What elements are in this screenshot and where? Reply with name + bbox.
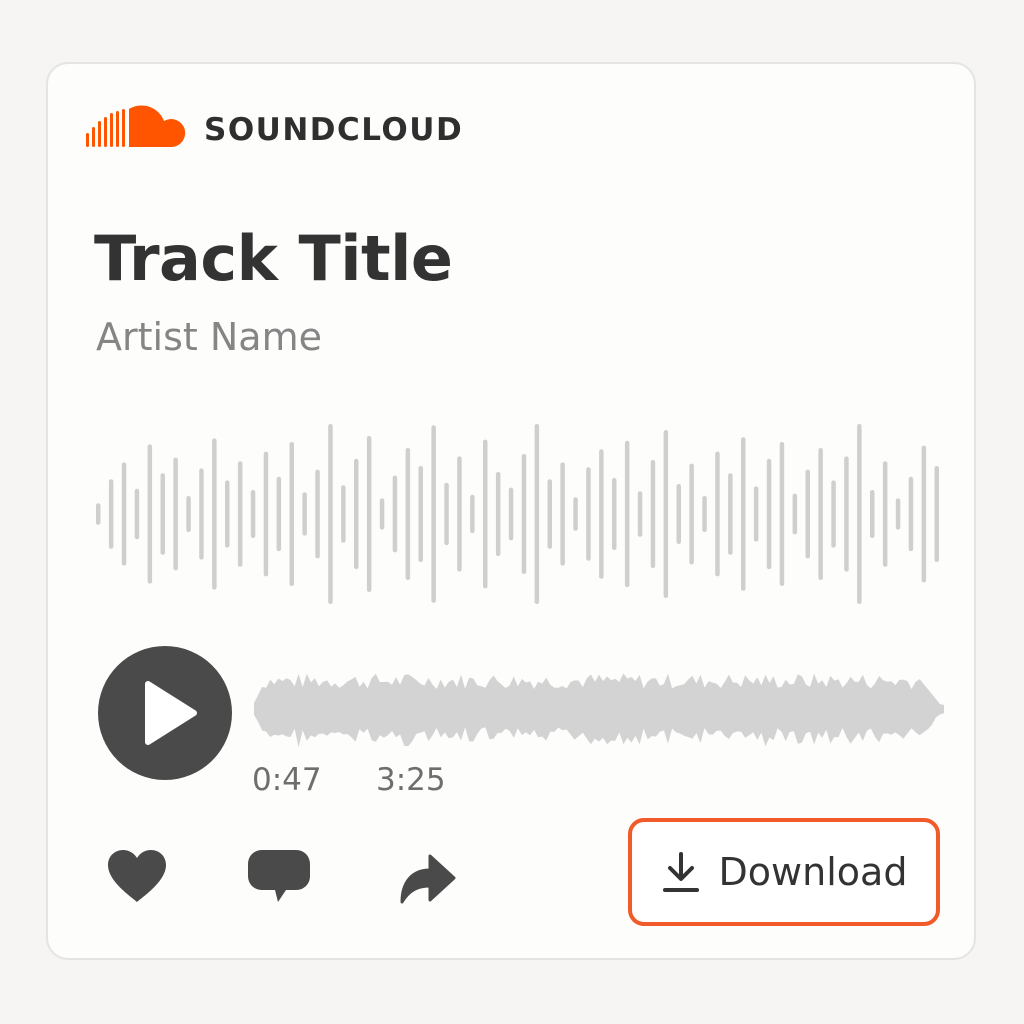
waveform-bar <box>289 442 294 586</box>
waveform-bar <box>895 498 901 530</box>
waveform-bar <box>689 463 694 565</box>
comment-icon <box>248 850 310 902</box>
waveform-bar <box>328 424 333 604</box>
track-card: SOUNDCLOUD Track Title Artist Name 0:47 … <box>46 62 976 960</box>
waveform-bar <box>302 492 307 536</box>
brand-name: SOUNDCLOUD <box>204 112 464 148</box>
waveform-bar <box>444 482 449 546</box>
track-title[interactable]: Track Title <box>94 222 453 296</box>
waveform-bar <box>354 458 359 570</box>
progress-waveform-shape <box>254 673 944 748</box>
share-icon <box>400 854 456 904</box>
brand-header: SOUNDCLOUD <box>86 102 463 158</box>
waveform-bar <box>934 466 939 562</box>
waveform-bar <box>521 454 527 574</box>
waveform-bar <box>779 442 785 586</box>
soundcloud-logo-icon <box>86 105 186 147</box>
waveform-bar <box>715 451 720 577</box>
waveform-bar <box>315 469 320 559</box>
waveform-bar <box>624 440 630 588</box>
waveform-bar <box>431 425 436 603</box>
waveform-bar <box>882 461 888 567</box>
waveform-bar <box>728 473 733 555</box>
waveform-bar <box>599 449 604 579</box>
download-button[interactable]: Download <box>628 818 940 926</box>
waveform-bar <box>457 456 462 572</box>
waveform-bar <box>560 462 565 566</box>
waveform-visualization <box>96 424 939 604</box>
waveform-bar <box>702 496 707 532</box>
waveform-bar <box>534 424 540 604</box>
waveform-bar <box>612 478 617 550</box>
waveform-bar <box>392 475 398 553</box>
waveform-bar <box>831 480 836 548</box>
waveform-bar <box>173 457 178 571</box>
waveform-bar <box>199 468 204 560</box>
share-button[interactable] <box>392 844 462 908</box>
waveform-bar <box>237 461 243 567</box>
waveform-bar <box>263 451 269 577</box>
download-icon <box>662 852 699 892</box>
waveform-bar <box>766 458 772 570</box>
waveform-bar <box>121 462 127 566</box>
waveform-bar <box>96 503 101 525</box>
waveform-bar <box>547 479 552 549</box>
waveform-bar <box>379 498 385 530</box>
artist-name[interactable]: Artist Name <box>96 312 322 362</box>
waveform-bar <box>108 479 114 549</box>
waveform-bar <box>792 493 798 535</box>
waveform-bar <box>676 484 681 544</box>
waveform-bar <box>663 430 669 598</box>
waveform-bar <box>212 438 217 590</box>
waveform-bar <box>870 490 875 538</box>
heart-icon <box>108 850 166 902</box>
waveform-bar <box>805 469 810 559</box>
waveform-bar <box>753 486 759 542</box>
waveform-bar <box>134 488 140 540</box>
waveform-bar <box>495 472 501 556</box>
progress-waveform[interactable] <box>254 664 944 754</box>
waveform-bar <box>844 456 849 572</box>
play-icon <box>145 681 197 745</box>
play-button[interactable] <box>98 646 232 780</box>
waveform-bar <box>186 496 191 532</box>
waveform-bar <box>276 476 282 552</box>
waveform-bar <box>741 437 746 591</box>
waveform-bar <box>160 473 165 555</box>
download-label: Download <box>718 850 908 894</box>
duration: 3:25 <box>376 762 446 798</box>
waveform-bar <box>908 476 914 552</box>
waveform-bar <box>637 491 643 537</box>
waveform-bar <box>508 487 514 541</box>
waveform-bar <box>225 480 230 548</box>
waveform-bar <box>366 436 372 592</box>
waveform-bar <box>405 448 411 580</box>
waveform-bar <box>418 466 423 562</box>
waveform-bar <box>341 485 346 543</box>
waveform-bar <box>147 444 153 584</box>
waveform-bar <box>921 445 927 583</box>
waveform-bar <box>250 490 256 538</box>
waveform-bar <box>470 494 475 534</box>
waveform-bar <box>857 424 862 604</box>
comment-button[interactable] <box>244 844 314 908</box>
waveform-bar <box>573 497 578 531</box>
waveform-bar <box>483 439 488 589</box>
waveform-bar <box>586 467 591 561</box>
current-time: 0:47 <box>252 762 322 798</box>
waveform-bar <box>818 448 823 580</box>
like-button[interactable] <box>102 844 172 908</box>
waveform-bar <box>650 460 656 568</box>
